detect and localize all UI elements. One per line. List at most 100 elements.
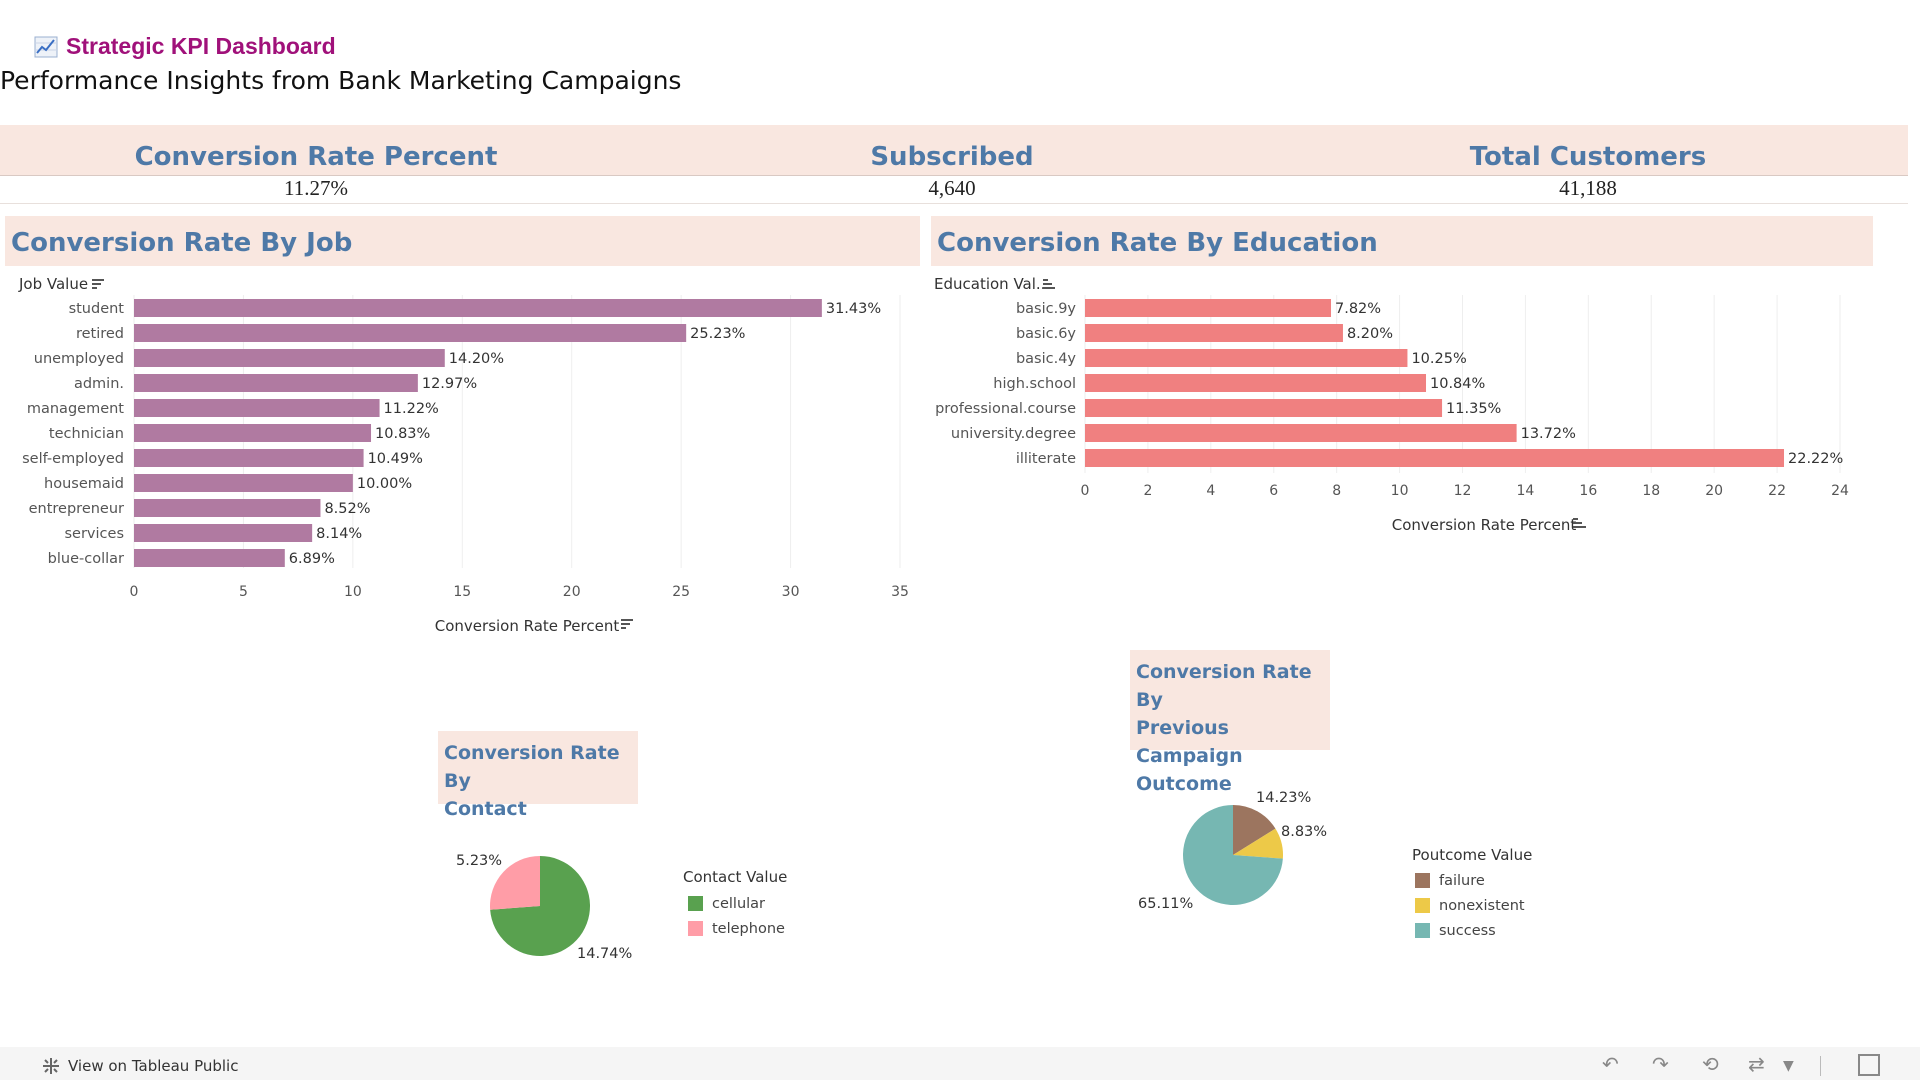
contact-legend-swatch[interactable]: [688, 921, 703, 936]
job-bar[interactable]: [134, 324, 687, 342]
poutcome-slice-label: 14.23%: [1256, 790, 1311, 806]
kpi-divider-bottom: [0, 203, 1908, 204]
edu-category-label: professional.course: [935, 401, 1076, 417]
contact-legend-swatch[interactable]: [688, 896, 703, 911]
edu-tick-label: 2: [1143, 483, 1152, 499]
redo-icon[interactable]: ↷: [1652, 1052, 1669, 1076]
job-bar-label: 6.89%: [289, 551, 335, 567]
contact-pie-title-line2: Contact: [444, 798, 527, 820]
job-bar[interactable]: [134, 399, 380, 417]
job-bar[interactable]: [134, 524, 313, 542]
contact-slice-label: 14.74%: [577, 946, 632, 962]
poutcome-legend-label[interactable]: success: [1439, 923, 1496, 939]
job-tick-label: 10: [344, 584, 362, 600]
kpi-total-customers-value: 41,188: [1559, 176, 1617, 200]
edu-category-label: high.school: [993, 376, 1076, 392]
job-category-label: admin.: [74, 376, 124, 392]
edu-bar[interactable]: [1085, 324, 1343, 342]
job-bar-label: 25.23%: [690, 326, 745, 342]
sort-icon[interactable]: [92, 279, 104, 289]
footer-bar: [0, 1047, 1920, 1080]
undo-icon[interactable]: ↶: [1602, 1052, 1619, 1076]
edu-tick-label: 16: [1579, 483, 1597, 499]
poutcome-pie-title-box: Conversion Rate By Previous Campaign Out…: [1130, 650, 1330, 795]
tableau-logo-icon: [43, 1058, 59, 1074]
job-bar[interactable]: [134, 424, 372, 442]
edu-bar-label: 10.25%: [1411, 351, 1466, 367]
edu-bar[interactable]: [1085, 449, 1785, 467]
job-bar-label: 11.22%: [384, 401, 439, 417]
poutcome-pie-title-line2: Previous Campaign: [1136, 717, 1243, 767]
view-on-tableau-link[interactable]: View on Tableau Public: [40, 1055, 238, 1077]
chart-trend-icon: [34, 36, 58, 57]
job-bar[interactable]: [134, 349, 445, 367]
dashboard-title: Strategic KPI Dashboard: [34, 33, 336, 60]
edu-category-label: illiterate: [1016, 451, 1076, 467]
job-bar-chart: Job Value student 31.43% retired 25.23% unem…: [18, 275, 909, 635]
poutcome-slice-label: 8.83%: [1281, 824, 1327, 840]
poutcome-legend-label[interactable]: failure: [1439, 873, 1485, 889]
education-chart-header: Conversion Rate By Education: [931, 216, 1873, 266]
contact-pie-title-line1: Conversion Rate By: [444, 742, 620, 792]
contact-legend-label[interactable]: telephone: [712, 921, 785, 937]
contact-legend-label[interactable]: cellular: [712, 896, 765, 912]
contact-pie-chart: 14.74% 5.23% Contact Value cellular teleph…: [456, 853, 787, 962]
job-bar-label: 14.20%: [449, 351, 504, 367]
job-bar[interactable]: [134, 374, 418, 392]
job-bar-label: 10.00%: [357, 476, 412, 492]
job-chart-header: Conversion Rate By Job: [5, 216, 920, 266]
share-dropdown-icon[interactable]: ▼: [1783, 1058, 1794, 1074]
edu-bar-label: 13.72%: [1521, 426, 1576, 442]
poutcome-slice-label: 65.11%: [1138, 896, 1193, 912]
kpi-conversion-label: Conversion Rate Percent: [134, 142, 498, 172]
job-bar[interactable]: [134, 449, 364, 467]
edu-bar[interactable]: [1085, 349, 1408, 367]
edu-tick-label: 4: [1206, 483, 1215, 499]
poutcome-legend-label[interactable]: nonexistent: [1439, 898, 1525, 914]
education-dimension-label: Education Val..: [934, 275, 1045, 293]
job-bar-label: 8.14%: [316, 526, 362, 542]
poutcome-legend-swatch[interactable]: [1415, 873, 1430, 888]
edu-category-label: university.degree: [951, 426, 1076, 442]
job-bar[interactable]: [134, 299, 822, 317]
revert-icon[interactable]: ⟲: [1702, 1052, 1719, 1076]
poutcome-pie-chart: 14.23% 8.83% 65.11% Poutcome Value failure…: [1138, 790, 1532, 939]
job-dimension-label: Job Value: [18, 275, 88, 293]
job-bar-label: 10.83%: [375, 426, 430, 442]
axis-sort-icon[interactable]: [621, 619, 633, 629]
fullscreen-icon[interactable]: [1858, 1054, 1880, 1076]
poutcome-pie-title-line1: Conversion Rate By: [1136, 661, 1312, 711]
edu-tick-label: 14: [1517, 483, 1535, 499]
job-category-label: self-employed: [22, 451, 124, 467]
job-bar[interactable]: [134, 474, 353, 492]
edu-bar[interactable]: [1085, 374, 1427, 392]
job-tick-label: 5: [239, 584, 248, 600]
edu-bar[interactable]: [1085, 299, 1332, 317]
edu-tick-label: 8: [1332, 483, 1341, 499]
poutcome-legend-swatch[interactable]: [1415, 898, 1430, 913]
job-bar-label: 31.43%: [826, 301, 881, 317]
kpi-conversion-value: 11.27%: [284, 176, 348, 200]
contact-pie-title-box: Conversion Rate By Contact: [438, 731, 638, 820]
job-bar[interactable]: [134, 499, 321, 517]
job-tick-label: 15: [453, 584, 471, 600]
job-category-label: entrepreneur: [29, 501, 124, 517]
edu-category-label: basic.4y: [1016, 351, 1076, 367]
kpi-subscribed-value: 4,640: [928, 176, 976, 200]
contact-legend-title: Contact Value: [683, 868, 787, 886]
edu-bar-label: 11.35%: [1446, 401, 1501, 417]
share-icon[interactable]: ⇄: [1748, 1052, 1765, 1076]
contact-slice-label: 5.23%: [456, 853, 502, 869]
job-tick-label: 30: [782, 584, 800, 600]
toolbar-divider: [1820, 1056, 1821, 1076]
job-bar[interactable]: [134, 549, 285, 567]
job-tick-label: 0: [130, 584, 139, 600]
job-axis-title: Conversion Rate Percent: [435, 617, 620, 635]
edu-bar-label: 22.22%: [1788, 451, 1843, 467]
edu-bar[interactable]: [1085, 399, 1443, 417]
edu-bar[interactable]: [1085, 424, 1517, 442]
poutcome-legend-swatch[interactable]: [1415, 923, 1430, 938]
education-bar-chart: Education Val.. basic.9y 7.82% basic.6y 8.2…: [934, 275, 1849, 534]
edu-tick-label: 10: [1391, 483, 1409, 499]
edu-tick-label: 0: [1081, 483, 1090, 499]
